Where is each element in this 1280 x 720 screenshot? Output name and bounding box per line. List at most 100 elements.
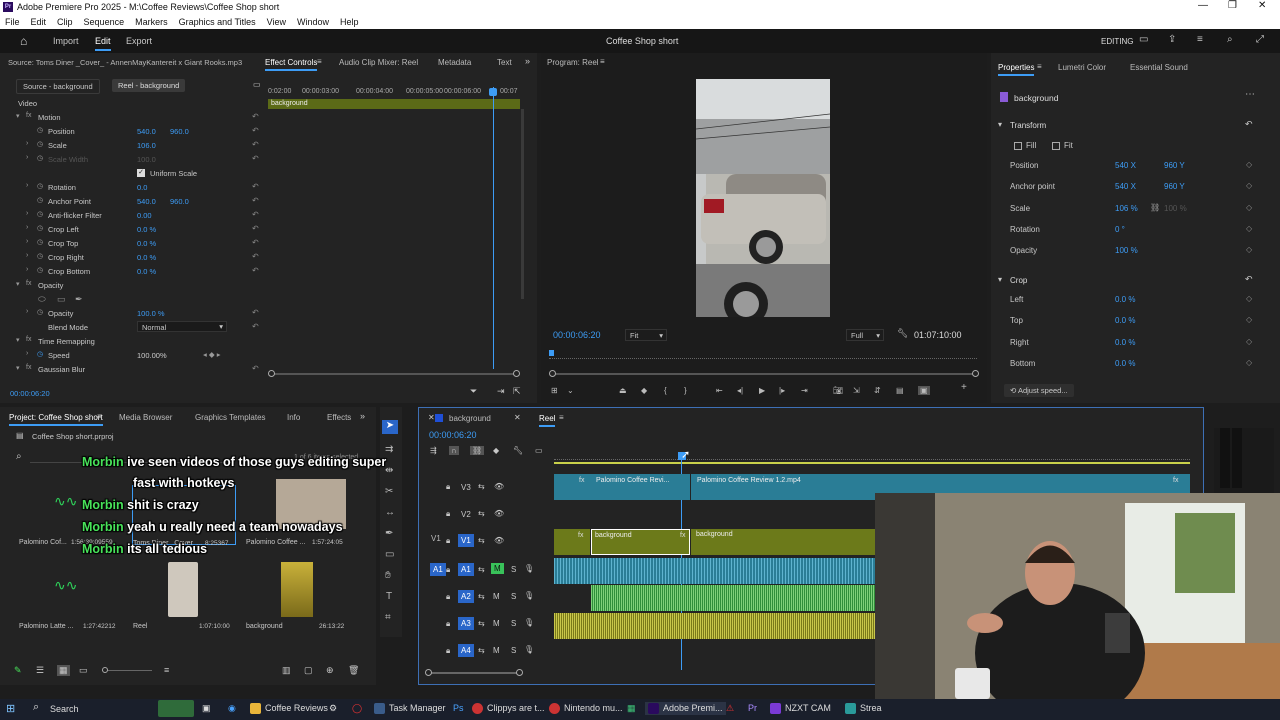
keyframe-icon[interactable]: ◇ xyxy=(1246,294,1252,303)
menu-edit[interactable]: Edit xyxy=(31,17,47,27)
tab-media-browser[interactable]: Media Browser xyxy=(119,413,172,422)
solo-button[interactable]: S xyxy=(511,646,516,655)
prop-row-rotation[interactable]: Rotation 0 ° ◇ xyxy=(1010,221,1270,241)
chevron-right-icon[interactable]: › xyxy=(26,140,28,147)
chevron-down-icon[interactable]: ▾ xyxy=(16,280,20,288)
tab-reel-seq[interactable]: Reel xyxy=(539,414,556,427)
chevron-down-icon[interactable]: ▾ xyxy=(16,336,20,344)
reset-icon[interactable]: ↶ xyxy=(252,182,259,191)
track-select-icon[interactable]: ⇉ xyxy=(385,444,393,455)
ellipse-mask-icon[interactable]: ⬭ xyxy=(38,294,46,305)
close-icon[interactable]: ✕ xyxy=(428,413,435,422)
track-header-a2[interactable]: 🔒︎ A2 ⇆ M S 🎙︎ xyxy=(426,586,554,612)
track-header-v1[interactable]: 🔒︎ V1 ⇆ 👁︎ xyxy=(426,530,554,556)
uniform-scale-row[interactable]: ✓ Uniform Scale xyxy=(0,166,262,180)
track-header-a1[interactable]: A1 🔒︎ A1 ⇆ M S 🎙︎ xyxy=(426,559,554,585)
prop-crop-left-value[interactable]: 0.0 % xyxy=(1115,295,1135,304)
icon-view-icon[interactable]: ▦ xyxy=(57,665,70,676)
position-x-value[interactable]: 540.0 xyxy=(137,127,156,136)
clip-v1-b[interactable]: background xyxy=(691,529,876,555)
ec-timecode[interactable]: 00:00:06:20 xyxy=(10,389,50,398)
mic-icon[interactable]: 🎙︎ xyxy=(524,618,534,627)
crop-top-row[interactable]: › ◷ Crop Top 0.0 % ↶ xyxy=(0,236,262,250)
clip-v1-selected[interactable]: background fx xyxy=(591,529,690,555)
widgets-icon[interactable] xyxy=(158,700,194,717)
prop-crop-right-value[interactable]: 0.0 % xyxy=(1115,338,1135,347)
mark-out-icon[interactable]: } xyxy=(684,386,687,395)
camera-icon[interactable]: 📷︎ xyxy=(833,386,843,395)
go-to-out-icon[interactable]: ⇥ xyxy=(801,386,808,395)
reset-icon[interactable]: ↶ xyxy=(252,266,259,275)
captions-tool-icon[interactable]: ⌗ xyxy=(385,612,391,623)
prop-anchor-y[interactable]: 960 Y xyxy=(1164,182,1185,191)
work-area-bar[interactable] xyxy=(554,462,1190,464)
reset-icon[interactable]: ↶ xyxy=(252,196,259,205)
prop-row-crop-top[interactable]: Top 0.0 % ◇ xyxy=(1010,312,1270,332)
program-scrubber[interactable] xyxy=(549,351,977,359)
tab-export[interactable]: Export xyxy=(126,36,152,46)
clip-a3[interactable] xyxy=(554,613,876,639)
stopwatch-icon[interactable]: ◷ xyxy=(37,308,43,316)
prop-scale-value[interactable]: 106 % xyxy=(1115,204,1138,213)
taskbar-app[interactable]: Coffee Reviews xyxy=(250,703,328,715)
lock-icon[interactable]: 🔒︎ xyxy=(446,619,450,629)
automate-icon[interactable]: ▥ xyxy=(282,665,291,676)
close-icon[interactable]: ✕ xyxy=(514,413,521,422)
reset-icon[interactable]: ↶ xyxy=(252,112,259,121)
track-header-v2[interactable]: 🔒︎ V2 ⇆ 👁︎ xyxy=(426,503,554,529)
chevron-right-icon[interactable]: › xyxy=(26,350,28,357)
app-icon[interactable]: ▦ xyxy=(627,703,636,714)
ec-playhead[interactable] xyxy=(493,87,494,369)
type-tool-icon[interactable]: T xyxy=(386,591,392,602)
workspace-icon[interactable]: ▭ xyxy=(1139,34,1148,45)
prop-row-position[interactable]: Position 540 X 960 Y ◇ xyxy=(1010,157,1270,177)
keyframe-nav-icon[interactable]: ◂ ◆ ▸ xyxy=(203,350,220,359)
chevron-down-icon[interactable]: ▾ xyxy=(16,364,20,372)
mic-icon[interactable]: 🎙︎ xyxy=(524,645,534,654)
crop-bottom-row[interactable]: › ◷ Crop Bottom 0.0 % ↶ xyxy=(0,264,262,278)
more-options-icon[interactable]: ⋯ xyxy=(1245,89,1255,100)
fill-button[interactable]: Fill xyxy=(1014,141,1036,150)
uniform-scale-checkbox[interactable]: ✓ xyxy=(137,169,145,177)
stopwatch-icon[interactable]: ◷ xyxy=(37,238,43,246)
panel-menu-icon[interactable]: ≡ xyxy=(559,413,564,422)
program-title[interactable]: Program: Reel xyxy=(547,58,599,67)
sync-icon[interactable]: ⇆ xyxy=(478,619,485,628)
opacity-group-row[interactable]: ▾ fx Opacity xyxy=(0,278,262,292)
tab-info[interactable]: Info xyxy=(287,413,300,422)
add-button-icon[interactable]: + xyxy=(961,382,967,393)
expand-icon[interactable]: ▭ xyxy=(253,80,261,89)
prop-position-y[interactable]: 960 Y xyxy=(1164,161,1185,170)
taskbar-app[interactable]: Nintendo mu... xyxy=(549,703,623,715)
lock-icon[interactable]: 🔒︎ xyxy=(446,536,450,546)
wrench-icon[interactable]: 🔧︎ xyxy=(897,328,908,339)
overwrite-icon[interactable]: ⇵ xyxy=(874,386,881,395)
lock-icon[interactable]: 🔒︎ xyxy=(446,509,450,519)
opacity-value[interactable]: 100.0 % xyxy=(137,309,165,318)
menu-graphics[interactable]: Graphics and Titles xyxy=(179,17,256,27)
mute-button[interactable]: M xyxy=(493,592,500,601)
lock-icon[interactable]: 🔒︎ xyxy=(446,592,450,602)
opacity-row[interactable]: › ◷ Opacity 100.0 % ↶ xyxy=(0,306,262,320)
panel-menu-icon[interactable]: ≡ xyxy=(600,57,605,66)
tab-lumetri-color[interactable]: Lumetri Color xyxy=(1058,63,1106,72)
new-bin-icon[interactable]: ▢ xyxy=(304,665,313,676)
speed-row[interactable]: › ◷ Speed 100.00% ◂ ◆ ▸ xyxy=(0,348,262,362)
taskbar-app[interactable]: Clippys are t... xyxy=(472,703,545,715)
crop-right-row[interactable]: › ◷ Crop Right 0.0 % ↶ xyxy=(0,250,262,264)
reset-icon[interactable]: ↶ xyxy=(252,308,259,317)
sync-icon[interactable]: ⇆ xyxy=(478,536,485,545)
search-icon[interactable]: ⌕ xyxy=(33,701,39,714)
tab-audio-clip-mixer[interactable]: Audio Clip Mixer: Reel xyxy=(339,58,418,67)
captions-icon[interactable]: ▭ xyxy=(535,446,543,455)
mic-icon[interactable]: 🎙︎ xyxy=(524,564,534,573)
crop-header[interactable]: Crop xyxy=(1010,276,1027,285)
crop-left-value[interactable]: 0.0 % xyxy=(137,225,156,234)
source-patch-a1[interactable]: A1 xyxy=(430,563,446,576)
menu-sequence[interactable]: Sequence xyxy=(84,17,125,27)
list-view-icon[interactable]: ☰ xyxy=(36,665,44,676)
menu-window[interactable]: Window xyxy=(297,17,329,27)
workspace-mode[interactable]: EDITING xyxy=(1101,37,1133,46)
pen-tool-icon[interactable]: ✒ xyxy=(385,528,393,539)
chevron-right-icon[interactable]: › xyxy=(26,210,28,217)
